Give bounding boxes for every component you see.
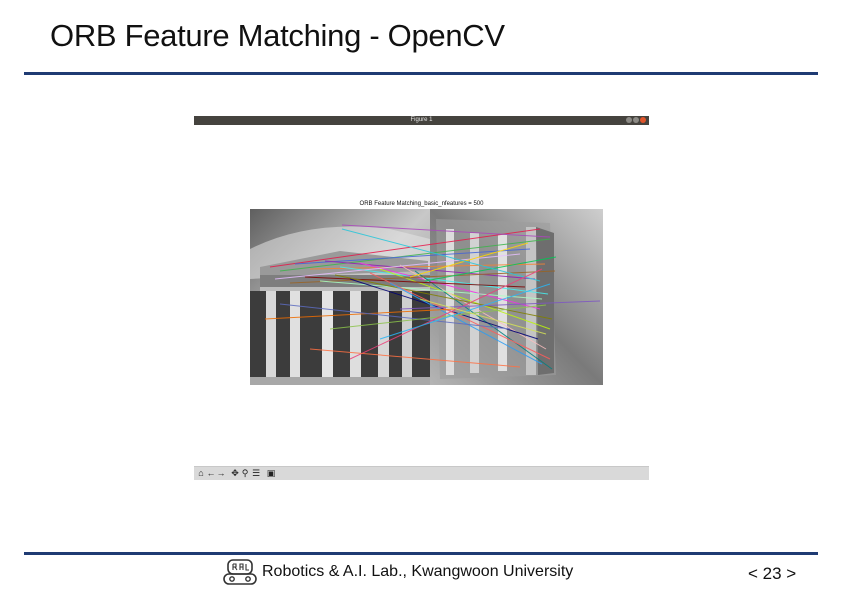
figure-window[interactable]: Figure 1 ORB Feature Matching_basic_nfea…	[194, 116, 649, 480]
zoom-icon[interactable]: ⚲	[240, 468, 250, 478]
slide-title: ORB Feature Matching - OpenCV	[50, 18, 505, 53]
configure-icon[interactable]: ☰	[251, 468, 261, 478]
pan-icon[interactable]: ✥	[230, 468, 240, 478]
page-number: < 23 >	[748, 564, 797, 583]
maximize-button[interactable]	[633, 117, 639, 123]
forward-icon[interactable]: →	[216, 468, 226, 478]
close-button[interactable]	[640, 117, 646, 123]
save-icon[interactable]: ▣	[266, 468, 276, 478]
back-icon[interactable]: ←	[206, 468, 216, 478]
plot-title: ORB Feature Matching_basic_nfeatures = 5…	[359, 201, 484, 207]
bottom-divider	[24, 552, 818, 555]
lab-logo	[223, 559, 257, 585]
matched-features-image	[250, 209, 603, 385]
window-title: Figure 1	[410, 117, 433, 123]
window-titlebar[interactable]: Figure 1	[194, 116, 649, 125]
navigation-toolbar: ⌂ ← → ✥ ⚲ ☰ ▣	[194, 466, 649, 480]
minimize-button[interactable]	[626, 117, 632, 123]
home-icon[interactable]: ⌂	[196, 468, 206, 478]
top-divider	[24, 72, 818, 75]
footer-lab-name: Robotics & A.I. Lab., Kwangwoon Universi…	[262, 563, 574, 580]
